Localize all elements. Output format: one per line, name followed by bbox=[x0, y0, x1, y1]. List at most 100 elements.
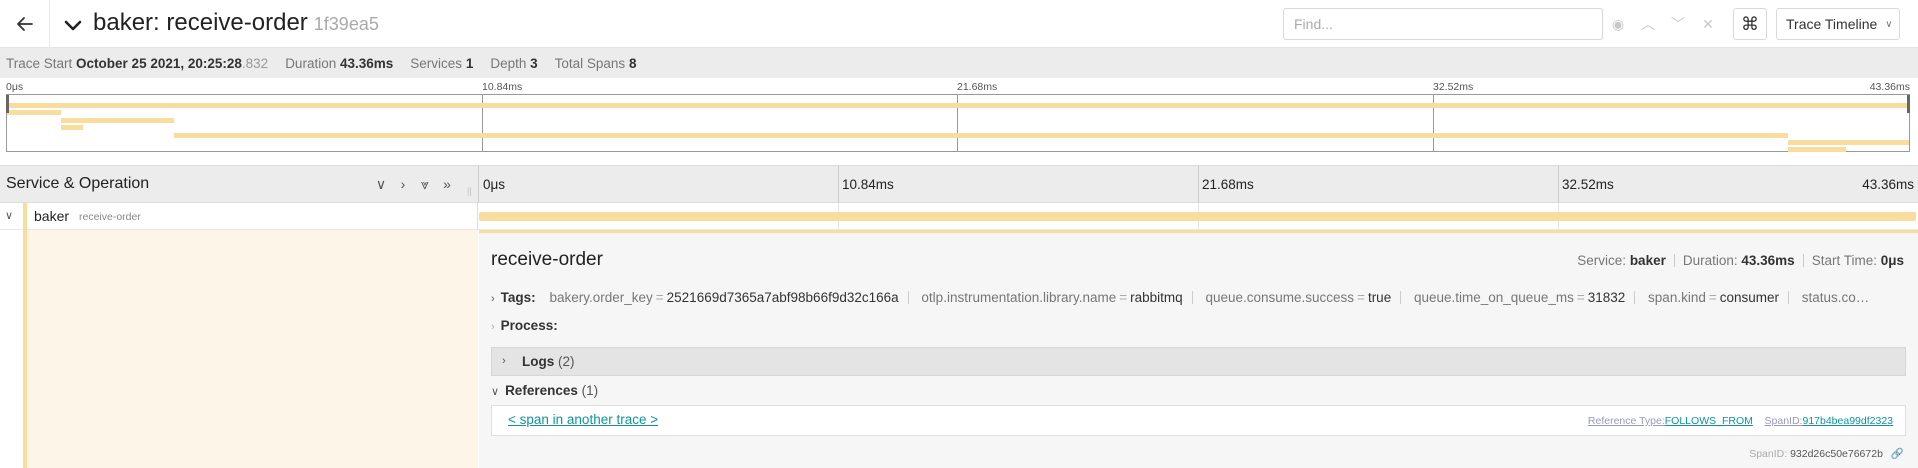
service-label: Service: bbox=[1577, 253, 1627, 268]
tag-key: queue.time_on_queue_ms bbox=[1413, 290, 1574, 305]
title-service: baker bbox=[93, 9, 154, 36]
process-label: Process: bbox=[500, 318, 558, 333]
minimap-span bbox=[7, 110, 61, 115]
divider bbox=[1802, 254, 1804, 267]
column-divider[interactable] bbox=[478, 166, 479, 204]
find-input[interactable] bbox=[1284, 9, 1603, 39]
minimap-span bbox=[1788, 147, 1846, 152]
collapse-chevron-icon[interactable] bbox=[62, 14, 84, 36]
prev-result-icon[interactable]: ︿ bbox=[1633, 14, 1663, 34]
timeline-tick: 43.36ms bbox=[1862, 177, 1914, 192]
detail-gutter bbox=[0, 230, 478, 468]
logs-section[interactable]: › Logs (2) bbox=[491, 347, 1906, 376]
duration-value: 43.36ms bbox=[1741, 253, 1795, 268]
timeline-gridline bbox=[1198, 166, 1199, 204]
trace-minimap[interactable]: 0μs 10.84ms 21.68ms 32.52ms 43.36ms bbox=[0, 78, 1918, 157]
total-spans-value: 8 bbox=[628, 55, 637, 71]
timeline-tick: 32.52ms bbox=[1562, 177, 1614, 192]
timeline-gridline bbox=[1558, 166, 1559, 204]
duration-value: 43.36ms bbox=[339, 55, 394, 71]
duration-label: Duration: bbox=[1682, 253, 1738, 268]
tags-section[interactable]: › Tags: bakery.order_key = 2521669d7365a7ab… bbox=[491, 290, 1901, 310]
expand-one-icon[interactable]: › bbox=[394, 176, 412, 193]
minimap-right-handle[interactable] bbox=[1907, 95, 1910, 113]
service-operation-heading: Service & Operation bbox=[6, 175, 150, 192]
references-label: References bbox=[505, 383, 578, 398]
span-name-cell[interactable]: ∨ baker receive-order bbox=[0, 203, 478, 230]
depth: Depth 3 bbox=[490, 56, 537, 71]
next-result-icon[interactable]: ﹀ bbox=[1663, 14, 1693, 34]
span-toggle-chevron-icon[interactable]: ∨ bbox=[5, 209, 13, 222]
tag-value: true bbox=[1367, 290, 1392, 305]
trace-title: baker: receive-order 1f39ea5 bbox=[93, 8, 379, 39]
references-section[interactable]: ∨ References (1) bbox=[491, 383, 598, 398]
minimap-span bbox=[174, 133, 1788, 138]
span-id-label: SpanID: bbox=[1749, 448, 1788, 460]
service-color-bar bbox=[23, 203, 27, 230]
collapse-one-icon[interactable]: ∨ bbox=[372, 176, 390, 193]
process-section[interactable]: › Process: bbox=[491, 318, 558, 333]
span-id: SpanID: 932d26c50e76672b 🔗 bbox=[1749, 447, 1904, 460]
keyboard-shortcuts-button[interactable]: ⌘ bbox=[1733, 8, 1767, 40]
minimap-left-handle[interactable] bbox=[6, 95, 9, 113]
clear-find-icon[interactable]: ✕ bbox=[1693, 16, 1723, 33]
trace-start-ms: .832 bbox=[241, 55, 269, 71]
reference-type-value: FOLLOWS_FROM bbox=[1664, 415, 1753, 427]
tag-key: status.co… bbox=[1801, 290, 1870, 305]
span-bar-cell[interactable] bbox=[479, 203, 1918, 230]
minimap-span bbox=[61, 118, 174, 123]
chevron-right-icon[interactable]: › bbox=[502, 355, 506, 367]
tag-value: 2521669d7365a7abf98b66f9d32c166a bbox=[666, 290, 899, 305]
trace-start: Trace Start October 25 2021, 20:25:28.83… bbox=[6, 56, 268, 71]
find-controls: ◉ ︿ ﹀ ✕ bbox=[1603, 8, 1723, 40]
chevron-down-icon[interactable]: ∨ bbox=[491, 386, 499, 398]
minimap-tick: 10.84ms bbox=[482, 81, 523, 93]
minimap-tick: 43.36ms bbox=[1869, 81, 1910, 93]
depth-value: 3 bbox=[530, 55, 538, 71]
timeline-header: Service & Operation ∨ › ⩔ » || 0μs 10.84… bbox=[0, 165, 1918, 204]
span-service: baker bbox=[34, 208, 70, 224]
collapse-all-icon[interactable]: » bbox=[438, 176, 456, 193]
timeline-gridline bbox=[838, 166, 839, 204]
locate-icon[interactable]: ◉ bbox=[1603, 16, 1633, 33]
span-row[interactable]: ∨ baker receive-order bbox=[0, 203, 1918, 230]
services-value: 1 bbox=[465, 55, 474, 71]
reference-link[interactable]: < span in another trace > bbox=[508, 412, 658, 427]
expand-all-icon[interactable]: ⩔ bbox=[416, 176, 434, 193]
find-box bbox=[1283, 8, 1603, 40]
reference-spanid-value[interactable]: 917b4bea99df2323 bbox=[1802, 415, 1893, 427]
link-icon[interactable]: 🔗 bbox=[1891, 448, 1904, 460]
back-button[interactable] bbox=[0, 0, 50, 48]
minimap-tick: 21.68ms bbox=[957, 81, 998, 93]
minimap-span bbox=[1788, 140, 1909, 145]
title-separator: : bbox=[153, 9, 160, 36]
command-icon: ⌘ bbox=[1741, 13, 1759, 34]
chevron-right-icon[interactable]: › bbox=[491, 321, 495, 333]
tag-key: span.kind bbox=[1648, 290, 1706, 305]
span-id-value: 932d26c50e76672b bbox=[1790, 448, 1883, 460]
trace-id: 1f39ea5 bbox=[313, 14, 379, 34]
timeline-tick: 0μs bbox=[483, 177, 506, 192]
service-value: baker bbox=[1629, 253, 1666, 268]
tag-key: bakery.order_key bbox=[549, 290, 653, 305]
span-operation: receive-order bbox=[79, 211, 141, 223]
span-detail-title: receive-order bbox=[491, 249, 603, 270]
column-resize-grip[interactable]: || bbox=[467, 186, 472, 196]
duration-label: Duration bbox=[285, 55, 337, 71]
start-time-label: Start Time: bbox=[1811, 253, 1877, 268]
logs-label: Logs (2) bbox=[522, 354, 575, 369]
reference-item: < span in another trace > Reference Type… bbox=[491, 405, 1906, 436]
tag-value: consumer bbox=[1719, 290, 1780, 305]
view-select-label: Trace Timeline bbox=[1786, 16, 1878, 32]
trace-header: baker: receive-order1f39ea5 ◉ ︿ ﹀ ✕ ⌘ Tr… bbox=[0, 0, 1918, 48]
chevron-right-icon[interactable]: › bbox=[491, 293, 495, 305]
timeline-tick: 21.68ms bbox=[1202, 177, 1254, 192]
reference-meta: Reference Type:FOLLOWS_FROM SpanID:917b4… bbox=[1588, 415, 1893, 427]
arrow-left-icon bbox=[16, 17, 33, 31]
view-select[interactable]: Trace Timeline ∨ bbox=[1776, 8, 1900, 40]
total-spans-label: Total Spans bbox=[554, 55, 626, 71]
minimap-span bbox=[7, 103, 1909, 108]
span-bar[interactable] bbox=[479, 212, 1916, 221]
span-detail: receive-order Service: baker Duration: 43… bbox=[479, 230, 1918, 468]
total-spans: Total Spans 8 bbox=[555, 56, 637, 71]
